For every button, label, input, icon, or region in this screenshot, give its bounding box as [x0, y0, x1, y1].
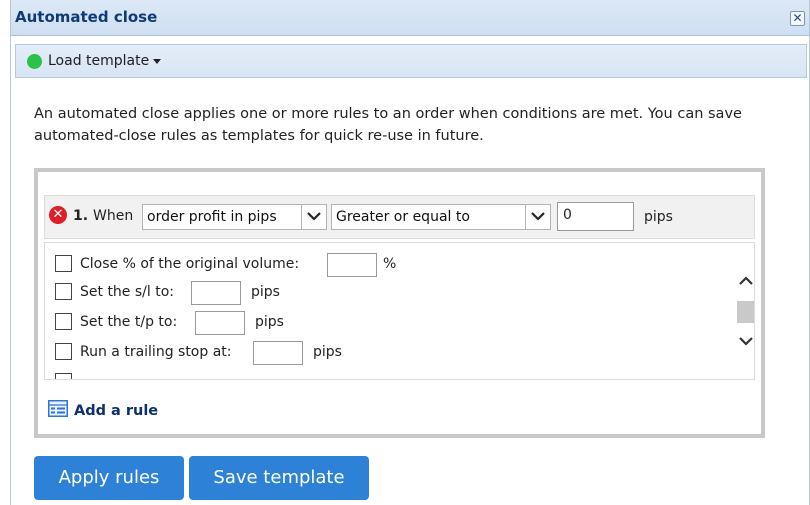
rule-number: 1.: [73, 208, 89, 224]
scrollbar-thumb[interactable]: [737, 301, 754, 323]
save-template-button[interactable]: Save template: [189, 456, 369, 500]
set-tp-input[interactable]: [195, 311, 245, 335]
close-volume-input[interactable]: [327, 253, 377, 277]
set-sl-input[interactable]: [191, 281, 241, 305]
set-tp-checkbox[interactable]: [55, 313, 72, 330]
template-toolbar: Load template: [15, 44, 807, 78]
chevron-down-icon[interactable]: [301, 205, 326, 229]
trailing-stop-checkbox[interactable]: [55, 343, 72, 360]
condition-select-value: order profit in pips: [147, 209, 277, 225]
caret-down-icon: [153, 58, 162, 64]
automated-close-dialog: Automated close ✕ Load template An autom…: [10, 0, 810, 505]
chevron-down-icon[interactable]: [525, 205, 550, 229]
rule-when-label: When: [93, 208, 134, 224]
load-template-label: Load template: [48, 53, 150, 69]
condition-select[interactable]: order profit in pips: [142, 204, 327, 230]
action-label: Set the t/p to:: [80, 314, 178, 330]
trailing-stop-input[interactable]: [253, 341, 303, 365]
close-volume-checkbox[interactable]: [55, 255, 72, 272]
action-label: Close % of the original volume:: [80, 256, 300, 272]
threshold-input[interactable]: 0: [557, 202, 634, 231]
rules-panel: ✕ 1. When order profit in pips Greater o…: [34, 168, 765, 438]
action-label: Set the s/l to:: [80, 284, 174, 300]
close-icon: ✕: [792, 11, 803, 25]
add-rule-label: Add a rule: [74, 403, 159, 419]
dialog-titlebar: Automated close ✕: [11, 0, 809, 36]
chevron-up-icon[interactable]: [737, 271, 754, 291]
status-dot-icon: [27, 54, 42, 69]
action-unit: pips: [255, 314, 284, 330]
dialog-title: Automated close: [15, 8, 158, 26]
close-button[interactable]: ✕: [790, 11, 805, 26]
set-sl-checkbox[interactable]: [55, 283, 72, 300]
action-unit: pips: [313, 344, 342, 360]
action-unit: %: [383, 256, 397, 272]
description-text: An automated close applies one or more r…: [34, 106, 742, 144]
chevron-down-icon[interactable]: [737, 331, 754, 351]
remove-rule-icon[interactable]: ✕: [49, 206, 67, 224]
operator-select[interactable]: Greater or equal to: [331, 204, 551, 230]
actions-list: Close % of the original volume: % Set th…: [44, 242, 755, 380]
load-template-dropdown[interactable]: Load template: [48, 53, 162, 69]
rule-header: ✕ 1. When order profit in pips Greater o…: [44, 195, 755, 239]
operator-select-value: Greater or equal to: [336, 209, 470, 225]
partial-checkbox[interactable]: [55, 373, 72, 379]
actions-scrollbar[interactable]: [737, 243, 754, 379]
add-rule-icon: [48, 400, 68, 417]
apply-rules-button[interactable]: Apply rules: [34, 456, 184, 500]
threshold-unit: pips: [644, 209, 673, 225]
action-unit: pips: [251, 284, 280, 300]
action-label: Run a trailing stop at:: [80, 344, 232, 360]
